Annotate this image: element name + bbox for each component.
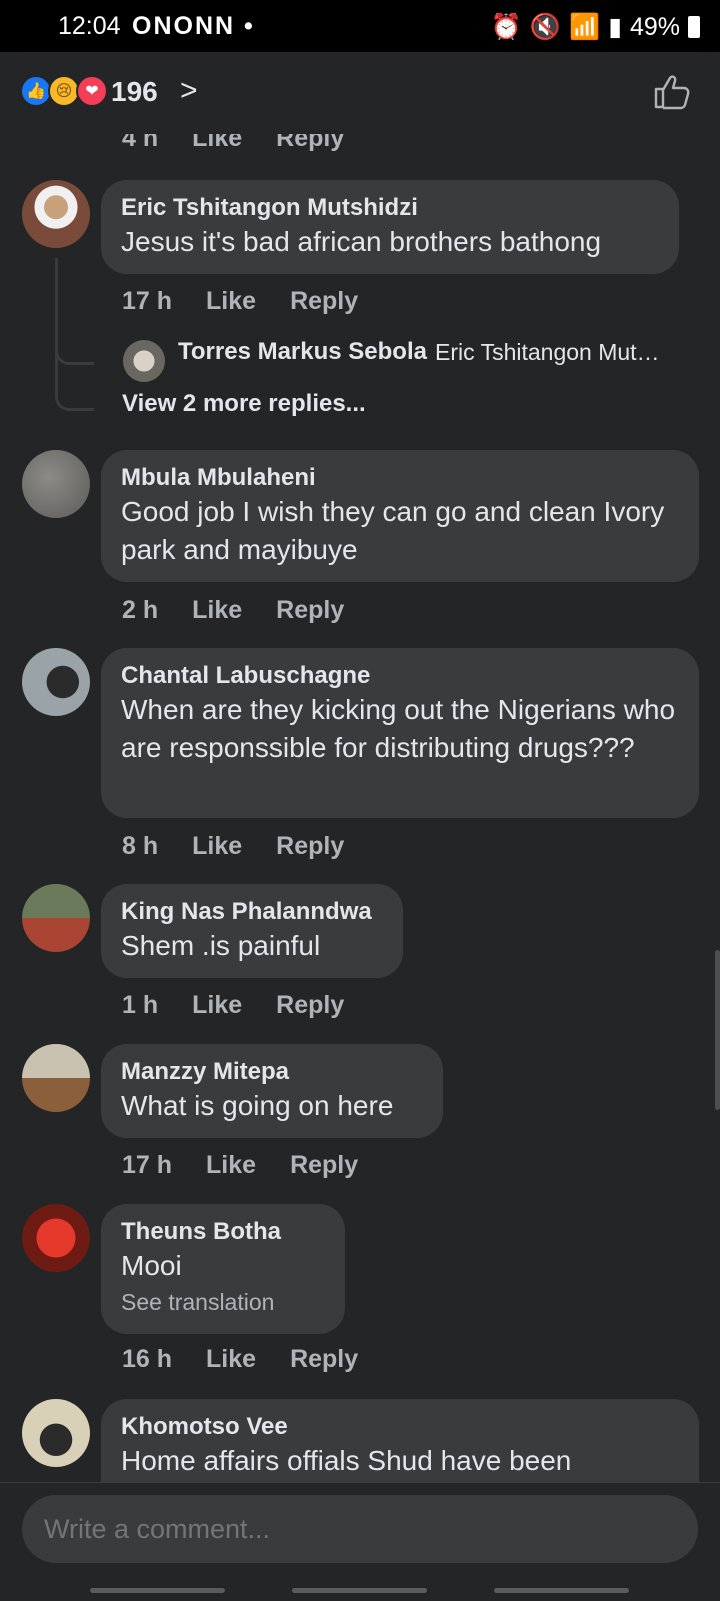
comment-text: Home affairs offials Shud have been	[121, 1445, 572, 1476]
see-translation-link[interactable]: See translation	[121, 1285, 325, 1319]
like-action[interactable]: Like	[206, 1345, 256, 1374]
commenter-name[interactable]: Manzzy Mitepa	[121, 1057, 423, 1087]
comment-meta: 17 h Like Reply	[122, 287, 358, 316]
commenter-name[interactable]: Chantal Labuschagne	[121, 661, 679, 691]
avatar[interactable]	[22, 648, 90, 716]
avatar[interactable]	[22, 1399, 90, 1467]
battery-icon	[688, 16, 700, 38]
comment-time: 2 h	[122, 596, 159, 624]
reaction-summary[interactable]: 👍 😢 ❤	[20, 75, 108, 107]
chevron-right-icon[interactable]: >	[180, 74, 198, 108]
comment-time: 17 h	[122, 287, 173, 315]
signal-icon: ▮	[608, 13, 622, 41]
comment-bubble[interactable]: Manzzy Mitepa What is going on here	[101, 1044, 443, 1138]
like-action[interactable]: Like	[206, 1151, 256, 1180]
comment-meta: 16 h Like Reply	[122, 1345, 358, 1374]
comments-sheet	[0, 52, 720, 1600]
like-thumb-icon[interactable]	[652, 72, 692, 112]
scrollbar[interactable]	[715, 950, 720, 1110]
wifi-icon: 📶	[569, 12, 601, 41]
view-more-replies-link[interactable]: View 2 more replies...	[122, 390, 366, 418]
avatar[interactable]	[22, 180, 90, 248]
comment-time: 16 h	[122, 1345, 173, 1373]
comment-meta: 17 h Like Reply	[122, 1151, 358, 1180]
reply-action[interactable]: Reply	[276, 832, 344, 861]
comment-text: Mooi	[121, 1250, 182, 1281]
avatar[interactable]	[22, 1204, 90, 1272]
comment-bubble[interactable]: Theuns Botha Mooi See translation	[101, 1204, 345, 1334]
comment-input[interactable]	[22, 1495, 698, 1563]
alarm-icon: ⏰	[490, 12, 522, 41]
commenter-name[interactable]: Eric Tshitangon Mutshidzi	[121, 193, 659, 223]
comment-bubble[interactable]: Chantal Labuschagne When are they kickin…	[101, 648, 699, 818]
like-action[interactable]: Like	[192, 991, 242, 1020]
avatar[interactable]	[22, 1044, 90, 1112]
commenter-name[interactable]: Mbula Mbulaheni	[121, 463, 679, 493]
reply-action[interactable]: Reply	[276, 991, 344, 1020]
reply-author[interactable]: Torres Markus Sebola	[178, 338, 427, 366]
nav-back-button[interactable]	[494, 1588, 629, 1593]
system-navigation	[0, 1584, 720, 1600]
system-icons: ⏰ 🔇 📶 ▮ 49%	[491, 12, 700, 42]
commenter-name[interactable]: Khomotso Vee	[121, 1412, 679, 1442]
reply-snippet: Eric Tshitangon Mut…	[434, 338, 660, 365]
comment-text: When are they kicking out the Nigerians …	[121, 694, 676, 763]
comment-bubble[interactable]: King Nas Phalanndwa Shem .is painful	[101, 884, 403, 978]
comment-time: 8 h	[122, 832, 159, 860]
avatar[interactable]	[22, 884, 90, 952]
battery-percent: 49%	[629, 12, 680, 41]
comment-text: Shem .is painful	[121, 930, 321, 961]
comment-meta: 8 h Like Reply	[122, 832, 344, 861]
status-bar: 12:04 ONONN • ⏰ 🔇 📶 ▮ 49%	[0, 0, 720, 52]
reply-action[interactable]: Reply	[290, 287, 358, 316]
comment-text: Good job I wish they can go and clean Iv…	[121, 496, 665, 565]
thread-branch	[55, 358, 94, 411]
mute-icon: 🔇	[529, 12, 562, 41]
commenter-name[interactable]: King Nas Phalanndwa	[121, 897, 383, 927]
reply-action[interactable]: Reply	[290, 1151, 358, 1180]
like-action[interactable]: Like	[192, 596, 242, 625]
commenter-name[interactable]: Theuns Botha	[121, 1217, 325, 1247]
love-reaction-icon: ❤	[76, 75, 108, 107]
comment-bubble[interactable]: Mbula Mbulaheni Good job I wish they can…	[101, 450, 699, 582]
comment-text: Jesus it's bad african brothers bathong	[121, 226, 602, 257]
like-action[interactable]: Like	[192, 832, 242, 861]
clock: 12:04	[58, 12, 121, 40]
avatar[interactable]	[22, 450, 90, 518]
comment-bubble[interactable]: Eric Tshitangon Mutshidzi Jesus it's bad…	[101, 180, 679, 274]
reaction-count[interactable]: 196	[111, 76, 158, 108]
comment-meta: 1 h Like Reply	[122, 991, 344, 1020]
comment-text: What is going on here	[121, 1090, 394, 1121]
nav-recent-button[interactable]	[90, 1588, 225, 1593]
nav-home-button[interactable]	[292, 1588, 427, 1593]
comment-time: 1 h	[122, 991, 159, 1019]
comment-meta: 2 h Like Reply	[122, 596, 344, 625]
reply-action[interactable]: Reply	[290, 1345, 358, 1374]
like-action[interactable]: Like	[206, 287, 256, 316]
comment-time: 17 h	[122, 1151, 173, 1179]
notification-icons: ONONN •	[132, 12, 255, 40]
reply-action[interactable]: Reply	[276, 596, 344, 625]
reply-preview[interactable]: Torres Markus Sebola Eric Tshitangon Mut…	[122, 338, 702, 366]
